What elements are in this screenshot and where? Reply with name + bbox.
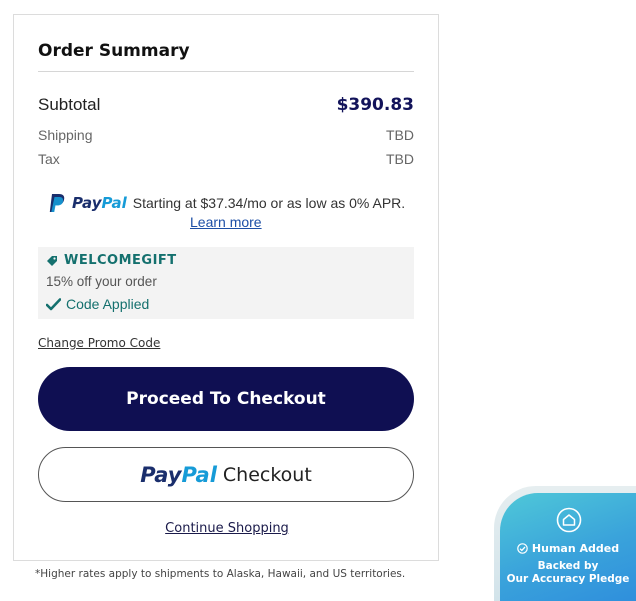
coupon-status: Code Applied <box>46 296 149 312</box>
paypal-financing-promo: PayPal Starting at $37.34/mo or as low a… <box>48 193 414 213</box>
pledge-subtitle: Backed by Our Accuracy Pledge <box>500 560 636 586</box>
pledge-title: Human Added <box>531 542 620 555</box>
paypal-word-pal: Pal <box>101 194 127 212</box>
paypal-button-wordmark: PayPal <box>140 463 217 487</box>
subtotal-row: Subtotal $390.83 <box>38 95 414 115</box>
house-icon <box>556 507 582 533</box>
shipping-footnote: *Higher rates apply to shipments to Alas… <box>35 568 406 580</box>
continue-shopping-link[interactable]: Continue Shopping <box>165 521 289 536</box>
paypal-button-pal: Pal <box>181 462 217 487</box>
title-divider <box>38 71 414 72</box>
tag-icon <box>47 255 57 266</box>
learn-more-link[interactable]: Learn more <box>190 214 262 230</box>
paypal-logo-icon <box>49 194 65 212</box>
coupon-code-row: WELCOMEGIFT <box>46 253 177 268</box>
paypal-wordmark: PayPal <box>72 193 127 213</box>
checkout-button-label: Proceed To Checkout <box>126 389 326 409</box>
paypal-checkout-button[interactable]: PayPal Checkout <box>38 447 414 502</box>
coupon-description: 15% off your order <box>46 274 157 289</box>
paypal-button-pay: Pay <box>140 462 182 487</box>
coupon-status-text: Code Applied <box>66 296 150 312</box>
check-circle-icon <box>517 543 528 554</box>
accuracy-pledge-panel: Human Added Backed by Our Accuracy Pledg… <box>500 493 636 601</box>
checkmark-icon <box>46 297 61 310</box>
coupon-code: WELCOMEGIFT <box>64 253 177 268</box>
continue-shopping-wrapper: Continue Shopping <box>14 519 440 537</box>
subtotal-label: Subtotal <box>38 95 101 114</box>
subtotal-value: $390.83 <box>336 95 414 115</box>
applied-coupon-box: WELCOMEGIFT 15% off your order Code Appl… <box>38 247 414 319</box>
paypal-word-pay: Pay <box>72 194 102 212</box>
tax-value: TBD <box>386 151 414 167</box>
proceed-to-checkout-button[interactable]: Proceed To Checkout <box>38 367 414 431</box>
pledge-line-1: Backed by <box>537 560 599 572</box>
pledge-title-row: Human Added <box>500 542 636 555</box>
shipping-row: Shipping TBD <box>38 127 414 143</box>
tax-row: Tax TBD <box>38 151 414 167</box>
pledge-line-2: Our Accuracy Pledge <box>506 573 630 585</box>
shipping-value: TBD <box>386 127 414 143</box>
accuracy-pledge-badge[interactable]: Human Added Backed by Our Accuracy Pledg… <box>494 486 636 601</box>
tax-label: Tax <box>38 151 60 167</box>
order-summary-card: Order Summary Subtotal $390.83 Shipping … <box>13 14 439 561</box>
shipping-label: Shipping <box>38 127 93 143</box>
paypal-button-checkout-label: Checkout <box>222 463 312 486</box>
change-promo-code-link[interactable]: Change Promo Code <box>38 336 160 350</box>
order-summary-title: Order Summary <box>38 41 190 61</box>
paypal-promo-text: Starting at $37.34/mo or as low as 0% AP… <box>132 195 406 211</box>
